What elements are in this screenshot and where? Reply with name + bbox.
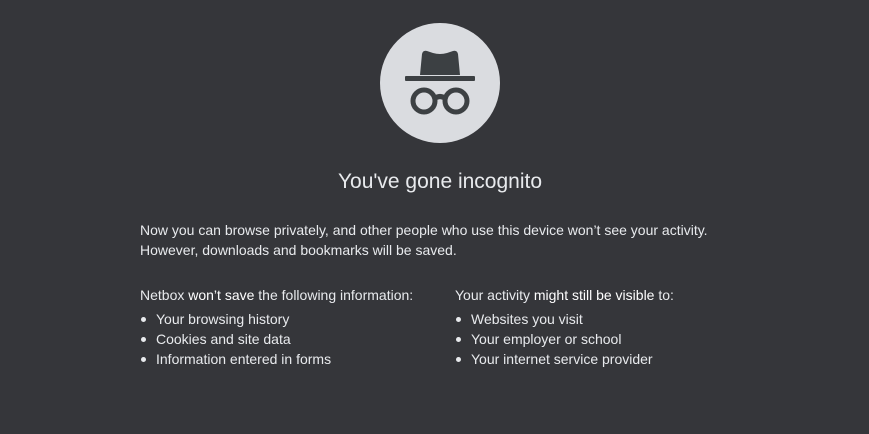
list-item: Websites you visit	[455, 309, 755, 329]
still-visible-section: Your activity might still be visible to:…	[455, 285, 755, 369]
still-visible-heading: Your activity might still be visible to:	[455, 285, 755, 305]
list-item: Your browsing history	[140, 309, 440, 329]
list-item: Information entered in forms	[140, 349, 440, 369]
still-visible-heading-prefix: Your activity	[455, 287, 534, 303]
bullet-icon	[141, 337, 146, 342]
list-item-label: Information entered in forms	[156, 351, 332, 367]
incognito-icon	[380, 23, 500, 143]
intro-line-2: However, downloads and bookmarks will be…	[140, 242, 457, 258]
still-visible-list: Websites you visit Your employer or scho…	[455, 309, 755, 369]
bullet-icon	[456, 317, 461, 322]
not-saved-heading-emphasis: won’t save	[188, 287, 255, 303]
not-saved-heading: Netbox won’t save the following informat…	[140, 285, 440, 305]
list-item-label: Cookies and site data	[156, 331, 291, 347]
still-visible-heading-suffix: to:	[654, 287, 674, 303]
list-item-label: Your employer or school	[471, 331, 622, 347]
not-saved-heading-suffix: the following information:	[254, 287, 414, 303]
not-saved-section: Netbox won’t save the following informat…	[140, 285, 440, 369]
list-item: Cookies and site data	[140, 329, 440, 349]
list-item: Your employer or school	[455, 329, 755, 349]
intro-line-1: Now you can browse privately, and other …	[140, 222, 708, 238]
bullet-icon	[141, 317, 146, 322]
list-item-label: Websites you visit	[471, 311, 583, 327]
list-item: Your internet service provider	[455, 349, 755, 369]
list-item-label: Your internet service provider	[471, 351, 653, 367]
not-saved-heading-prefix: Netbox	[140, 287, 189, 303]
not-saved-list: Your browsing history Cookies and site d…	[140, 309, 440, 369]
intro-text: Now you can browse privately, and other …	[140, 220, 740, 260]
page-title: You've gone incognito	[337, 170, 543, 193]
still-visible-heading-emphasis: might still be visible	[533, 287, 655, 303]
list-item-label: Your browsing history	[156, 311, 290, 327]
bullet-icon	[141, 357, 146, 362]
bullet-icon	[456, 357, 461, 362]
bullet-icon	[456, 337, 461, 342]
